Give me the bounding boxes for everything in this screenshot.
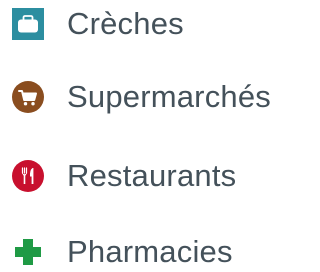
briefcase-icon [8,4,48,44]
legend-label-restaurants: Restaurants [67,158,237,193]
legend-item-restaurants[interactable]: Restaurants [8,156,236,196]
legend-item-supermarches[interactable]: Supermarchés [8,77,271,117]
legend-label-supermarches: Supermarchés [67,79,271,114]
poi-legend: Crèches Supermarchés Restaurants Pharmac… [0,0,287,272]
plus-cross-icon [8,232,48,272]
legend-label-pharmacies: Pharmacies [67,234,233,269]
shopping-cart-icon [8,77,48,117]
legend-label-creches: Crèches [67,6,184,41]
legend-item-creches[interactable]: Crèches [8,4,184,44]
fork-knife-icon [8,156,48,196]
legend-item-pharmacies[interactable]: Pharmacies [8,232,233,272]
